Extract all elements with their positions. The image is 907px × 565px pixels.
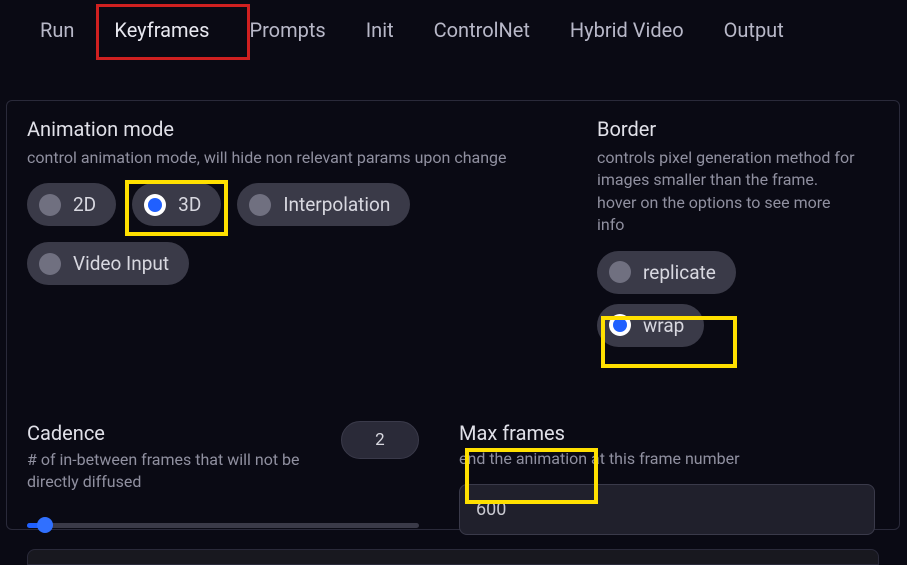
- cadence-title: Cadence: [27, 421, 331, 445]
- tab-keyframes[interactable]: Keyframes: [94, 10, 229, 50]
- animation-mode-3d[interactable]: 3D: [132, 183, 221, 226]
- border-radio-group: replicate wrap: [597, 251, 857, 347]
- tab-prompts[interactable]: Prompts: [229, 10, 345, 50]
- border-wrap[interactable]: wrap: [597, 304, 704, 347]
- radio-label: Interpolation: [283, 193, 390, 216]
- radio-icon: [39, 253, 61, 275]
- border-section: Border controls pixel generation method …: [577, 117, 877, 347]
- tab-hybrid-video[interactable]: Hybrid Video: [550, 10, 704, 50]
- radio-label: wrap: [643, 314, 684, 337]
- cadence-desc: # of in-between frames that will not be …: [27, 449, 331, 494]
- tab-controlnet[interactable]: ControlNet: [414, 10, 550, 50]
- max-frames-title: Max frames: [459, 421, 875, 445]
- border-desc: controls pixel generation method for ima…: [597, 147, 857, 237]
- radio-label: 2D: [73, 193, 96, 216]
- radio-icon: [39, 194, 61, 216]
- animation-mode-section: Animation mode control animation mode, w…: [7, 117, 577, 347]
- max-frames-input[interactable]: 600: [459, 484, 875, 535]
- cadence-section: Cadence # of in-between frames that will…: [7, 421, 439, 536]
- radio-icon: [249, 194, 271, 216]
- max-frames-section: Max frames end the animation at this fra…: [439, 421, 899, 536]
- cadence-slider[interactable]: [27, 515, 419, 535]
- tab-bar: Run Keyframes Prompts Init ControlNet Hy…: [0, 0, 907, 50]
- slider-track: [27, 523, 419, 528]
- radio-icon: [609, 261, 631, 283]
- tab-run[interactable]: Run: [20, 10, 94, 50]
- keyframes-panel: Animation mode control animation mode, w…: [6, 100, 900, 530]
- radio-label: Video Input: [73, 252, 169, 275]
- slider-thumb-icon: [37, 517, 53, 533]
- animation-mode-title: Animation mode: [27, 117, 557, 141]
- animation-mode-desc: control animation mode, will hide non re…: [27, 147, 557, 169]
- animation-mode-video-input[interactable]: Video Input: [27, 242, 189, 285]
- max-frames-desc: end the animation at this frame number: [459, 449, 875, 468]
- border-replicate[interactable]: replicate: [597, 251, 736, 294]
- radio-icon: [144, 194, 166, 216]
- tab-init[interactable]: Init: [346, 10, 414, 50]
- animation-mode-interpolation[interactable]: Interpolation: [237, 183, 410, 226]
- border-title: Border: [597, 117, 857, 141]
- animation-mode-2d[interactable]: 2D: [27, 183, 116, 226]
- radio-icon: [609, 314, 631, 336]
- collapsed-section[interactable]: [27, 549, 879, 565]
- animation-mode-radio-group: 2D 3D Interpolation Video Input: [27, 183, 557, 285]
- radio-label: replicate: [643, 261, 716, 284]
- cadence-value[interactable]: 2: [341, 421, 419, 459]
- radio-label: 3D: [178, 193, 201, 216]
- tab-output[interactable]: Output: [704, 10, 804, 50]
